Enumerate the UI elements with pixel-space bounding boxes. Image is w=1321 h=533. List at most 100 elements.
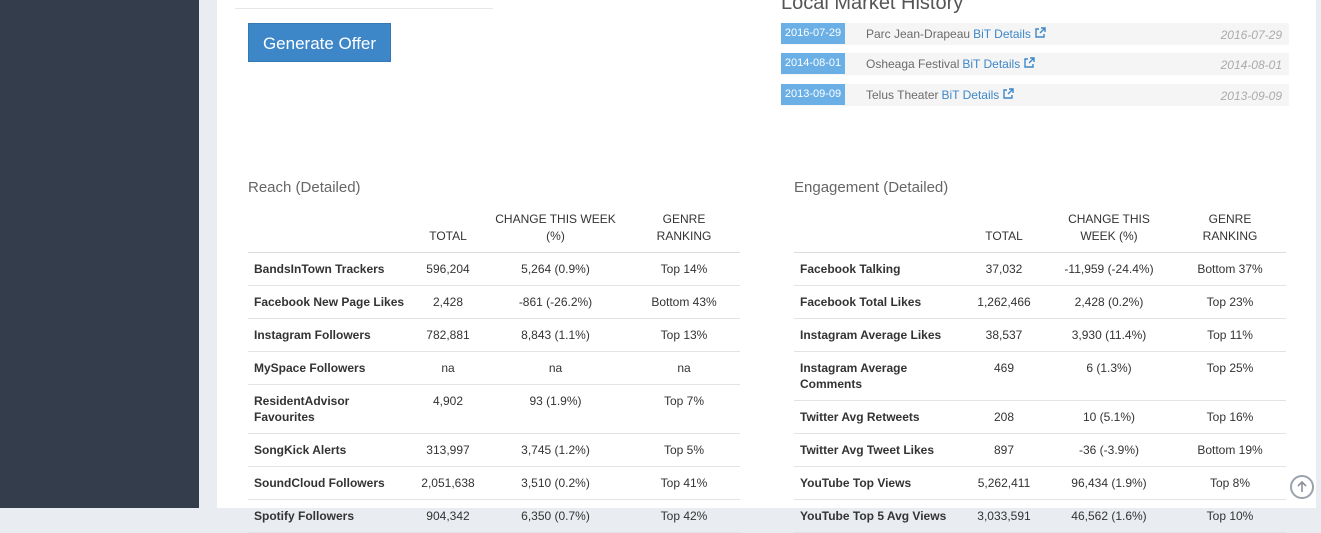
main-content: Generate Offer Local Market History 2016… [217, 0, 1316, 533]
metric-change: 10 (5.1%) [1044, 400, 1174, 434]
metric-ranking: Top 7% [628, 384, 740, 434]
metric-column-header [794, 207, 964, 253]
table-row: Instagram Average Comments 469 6 (1.3%) Top… [794, 351, 1286, 401]
metric-ranking: Bottom 37% [1174, 252, 1286, 286]
metric-total: 313,997 [413, 433, 483, 467]
engagement-table: TOTAL CHANGE THIS WEEK (%) GENRE RANKING… [794, 207, 1286, 533]
table-header-row: TOTAL CHANGE THIS WEEK (%) GENRE RANKING [248, 207, 740, 253]
date-badge: 2013-09-09 [781, 84, 845, 105]
venue-label: Parc Jean-Drapeau [866, 27, 971, 41]
metric-total: 1,262,466 [964, 285, 1044, 319]
metric-name: Instagram Followers [248, 318, 413, 352]
table-row: BandsInTown Trackers 596,204 5,264 (0.9%) T… [248, 252, 740, 286]
metric-total: 37,032 [964, 252, 1044, 286]
metric-name: Facebook New Page Likes [248, 285, 413, 319]
table-row: Instagram Followers 782,881 8,843 (1.1%) To… [248, 318, 740, 352]
generate-offer-button[interactable]: Generate Offer [248, 23, 391, 62]
metric-name: SoundCloud Followers [248, 466, 413, 500]
metric-change: 93 (1.9%) [483, 384, 628, 434]
metric-name: Twitter Avg Tweet Likes [794, 433, 964, 467]
metric-total: 38,537 [964, 318, 1044, 352]
metric-ranking: Top 16% [1174, 400, 1286, 434]
table-row: YouTube Top Views 5,262,411 96,434 (1.9%) T… [794, 466, 1286, 500]
venue-label: Telus Theater [866, 88, 939, 102]
table-row: Twitter Avg Tweet Likes 897 -36 (-3.9%) Bot… [794, 433, 1286, 467]
metric-change: 3,930 (11.4%) [1044, 318, 1174, 352]
sidebar [0, 0, 199, 508]
total-column-header: TOTAL [964, 207, 1044, 253]
metric-name: YouTube Top Views [794, 466, 964, 500]
reach-table: TOTAL CHANGE THIS WEEK (%) GENRE RANKING… [248, 207, 740, 533]
date-badge: 2016-07-29 [781, 23, 845, 44]
venue-name: Parc Jean-Drapeau BiT Details [866, 27, 1046, 41]
metric-ranking: Top 10% [1174, 499, 1286, 533]
table-row: Instagram Average Likes 38,537 3,930 (11.4… [794, 318, 1286, 352]
bit-details-link[interactable]: BiT Details [962, 57, 1035, 71]
metric-total: 5,262,411 [964, 466, 1044, 500]
venue-name: Osheaga Festival BiT Details [866, 57, 1035, 71]
metric-name: ResidentAdvisor Favourites [248, 384, 413, 434]
external-link-icon [1003, 88, 1014, 99]
metric-change: 2,428 (0.2%) [1044, 285, 1174, 319]
bit-details-link[interactable]: BiT Details [942, 88, 1015, 102]
market-history-item: 2016-07-29 Parc Jean-Drapeau BiT Details … [781, 23, 1289, 45]
metric-change: -36 (-3.9%) [1044, 433, 1174, 467]
metric-ranking: Top 13% [628, 318, 740, 352]
metric-total: 782,881 [413, 318, 483, 352]
table-row: Facebook New Page Likes 2,428 -861 (-26.2%… [248, 285, 740, 319]
table-row: SoundCloud Followers 2,051,638 3,510 (0.2%… [248, 466, 740, 500]
bit-details-label: BiT Details [973, 27, 1031, 41]
arrow-up-circle-icon [1297, 480, 1307, 492]
divider [235, 8, 493, 9]
table-row: Facebook Talking 37,032 -11,959 (-24.4%) Bo… [794, 252, 1286, 286]
ranking-column-header: GENRE RANKING [628, 207, 740, 253]
metric-ranking: Top 42% [628, 499, 740, 533]
table-header-row: TOTAL CHANGE THIS WEEK (%) GENRE RANKING [794, 207, 1286, 253]
metric-change: 3,510 (0.2%) [483, 466, 628, 500]
metric-change: 8,843 (1.1%) [483, 318, 628, 352]
metric-total: 904,342 [413, 499, 483, 533]
metric-name: BandsInTown Trackers [248, 252, 413, 286]
metric-total: 208 [964, 400, 1044, 434]
engagement-section-title: Engagement (Detailed) [794, 179, 949, 196]
metric-ranking: Top 23% [1174, 285, 1286, 319]
bit-details-link[interactable]: BiT Details [973, 27, 1046, 41]
metric-ranking: Top 11% [1174, 318, 1286, 352]
metric-name: Instagram Average Comments [794, 351, 964, 401]
metric-total: 469 [964, 351, 1044, 401]
external-link-icon [1024, 57, 1035, 68]
metric-total: 596,204 [413, 252, 483, 286]
table-row: ResidentAdvisor Favourites 4,902 93 (1.9%)… [248, 384, 740, 434]
metric-ranking: Top 41% [628, 466, 740, 500]
metric-total: 4,902 [413, 384, 483, 434]
metric-name: Facebook Total Likes [794, 285, 964, 319]
metric-name: Instagram Average Likes [794, 318, 964, 352]
date-badge: 2014-08-01 [781, 53, 845, 74]
external-link-icon [1035, 27, 1046, 38]
metric-change: 96,434 (1.9%) [1044, 466, 1174, 500]
metric-total: 2,051,638 [413, 466, 483, 500]
metric-name: YouTube Top 5 Avg Views [794, 499, 964, 533]
venue-label: Osheaga Festival [866, 57, 960, 71]
metric-change: 3,745 (1.2%) [483, 433, 628, 467]
metric-total: 3,033,591 [964, 499, 1044, 533]
table-row: SongKick Alerts 313,997 3,745 (1.2%) Top 5% [248, 433, 740, 467]
table-row: MySpace Followers na na na [248, 351, 740, 385]
market-history-item: 2014-08-01 Osheaga Festival BiT Details 2… [781, 53, 1289, 75]
ranking-column-header: GENRE RANKING [1174, 207, 1286, 253]
metric-name: Spotify Followers [248, 499, 413, 533]
table-row: Spotify Followers 904,342 6,350 (0.7%) Top … [248, 499, 740, 533]
change-column-header: CHANGE THIS WEEK (%) [483, 207, 628, 253]
scroll-to-top-button[interactable] [1290, 475, 1314, 499]
metric-change: 46,562 (1.6%) [1044, 499, 1174, 533]
reach-section-title: Reach (Detailed) [248, 179, 361, 196]
bit-details-label: BiT Details [941, 88, 1000, 102]
total-column-header: TOTAL [413, 207, 483, 253]
metric-change: 5,264 (0.9%) [483, 252, 628, 286]
metric-total: 2,428 [413, 285, 483, 319]
event-date: 2014-08-01 [1220, 58, 1282, 72]
event-date: 2013-09-09 [1220, 89, 1282, 103]
metric-change: 6,350 (0.7%) [483, 499, 628, 533]
metric-ranking: na [628, 351, 740, 385]
table-row: Facebook Total Likes 1,262,466 2,428 (0.2%… [794, 285, 1286, 319]
